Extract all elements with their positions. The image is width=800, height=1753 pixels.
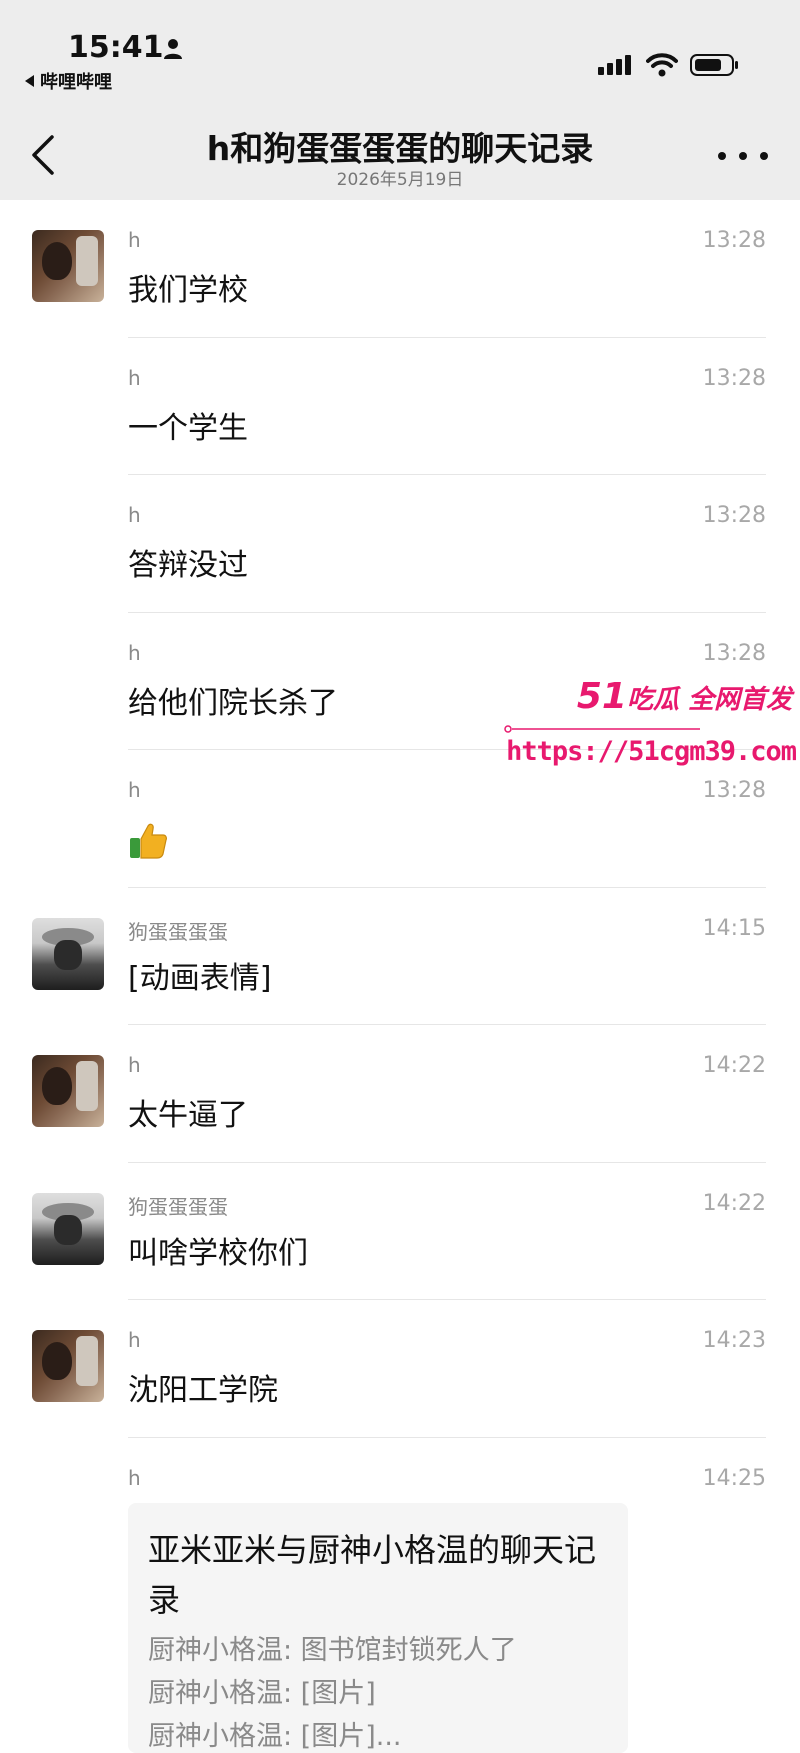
avatar[interactable]: [32, 917, 104, 990]
sender-name: h: [128, 640, 141, 665]
more-options-button[interactable]: [718, 150, 768, 162]
message-item[interactable]: h 14:23 沈阳工学院: [0, 1300, 800, 1438]
message-text: 我们学校: [128, 273, 248, 308]
more-dot: [760, 152, 768, 160]
message-text: 沈阳工学院: [128, 1373, 278, 1408]
more-dot: [718, 152, 726, 160]
watermark-brand: 51吃瓜 全网首发: [577, 676, 792, 717]
message-time: 13:28: [702, 228, 766, 253]
person-icon: [164, 39, 182, 59]
battery-icon: [690, 54, 738, 76]
message-text: 答辩没过: [128, 548, 248, 583]
chat-record-card[interactable]: 亚米亚米与厨神小格温的聊天记录 厨神小格温: 图书馆封锁死人了 厨神小格温: […: [128, 1503, 628, 1753]
sender-name: h: [128, 778, 141, 802]
message-list: h 13:28 我们学校 h 13:28 一个学生 h 13:28 答辩没过 h…: [0, 200, 800, 1575]
sender-name: h: [128, 1053, 141, 1077]
message-time: 14:22: [702, 1053, 766, 1078]
chat-record-title: 亚米亚米与厨神小格温的聊天记录: [148, 1531, 597, 1619]
message-item[interactable]: h 13:28 我们学校: [0, 200, 800, 338]
message-time: 13:28: [702, 640, 766, 666]
sender-name: h: [128, 228, 141, 252]
message-time: 14:25: [702, 1465, 766, 1491]
wifi-icon: [646, 53, 678, 77]
watermark-number: 51: [576, 676, 627, 717]
watermark-circuit-line: [504, 725, 700, 733]
avatar[interactable]: [32, 230, 104, 302]
message-item[interactable]: h 13:28 答辩没过: [0, 475, 800, 613]
message-item[interactable]: h 13:28 一个学生: [0, 338, 800, 475]
more-dot: [739, 152, 747, 160]
sender-name: h: [128, 503, 141, 527]
message-time: 14:15: [702, 915, 766, 941]
message-text: 太牛逼了: [128, 1098, 248, 1133]
sender-name: h: [128, 365, 141, 390]
message-text: 给他们院长杀了: [128, 685, 338, 721]
status-icons: [598, 50, 740, 80]
status-time: 15:41: [68, 30, 164, 65]
message-text: [动画表情]: [128, 960, 272, 996]
chat-record-line: 厨神小格温: [图片]...: [148, 1721, 402, 1752]
message-item[interactable]: 狗蛋蛋蛋蛋 14:22 叫啥学校你们: [0, 1163, 800, 1300]
message-time: 14:22: [702, 1190, 766, 1216]
message-time: 13:28: [702, 503, 766, 528]
header: 15:41 哔哩哔哩 h和狗蛋蛋蛋蛋的聊天记录 2026年5月19日: [0, 0, 800, 200]
chat-record-line: 厨神小格温: [图片]: [148, 1678, 376, 1709]
avatar[interactable]: [32, 1192, 104, 1265]
message-time: 13:28: [702, 365, 766, 391]
chat-date: 2026年5月19日: [336, 170, 464, 190]
message-text: 一个学生: [128, 410, 248, 446]
back-button[interactable]: [28, 133, 58, 177]
sender-name: 狗蛋蛋蛋蛋: [128, 1194, 228, 1219]
watermark: 51吃瓜 全网首发 https://51cgm39.com: [500, 676, 800, 776]
message-text: 叫啥学校你们: [128, 1235, 308, 1271]
message-time: 14:23: [702, 1328, 766, 1353]
sender-name: 狗蛋蛋蛋蛋: [128, 919, 228, 944]
watermark-brand-text: 吃瓜 全网首发: [626, 685, 792, 715]
thumbs-up-icon: [130, 823, 167, 859]
back-to-app-link[interactable]: 哔哩哔哩: [25, 68, 112, 94]
message-item[interactable]: h 14:22 太牛逼了: [0, 1025, 800, 1163]
signal-icon: [598, 55, 631, 75]
message-item[interactable]: 狗蛋蛋蛋蛋 14:15 [动画表情]: [0, 888, 800, 1025]
chat-title: h和狗蛋蛋蛋蛋的聊天记录: [206, 129, 594, 168]
watermark-url: https://51cgm39.com: [506, 736, 797, 767]
avatar[interactable]: [32, 1055, 104, 1127]
back-triangle-icon: [25, 75, 34, 87]
sender-name: h: [128, 1465, 141, 1490]
avatar[interactable]: [32, 1330, 104, 1402]
sender-name: h: [128, 1328, 141, 1352]
chat-record-line: 厨神小格温: 图书馆封锁死人了: [148, 1635, 517, 1666]
back-app-label: 哔哩哔哩: [40, 72, 112, 93]
message-time: 13:28: [702, 778, 766, 803]
